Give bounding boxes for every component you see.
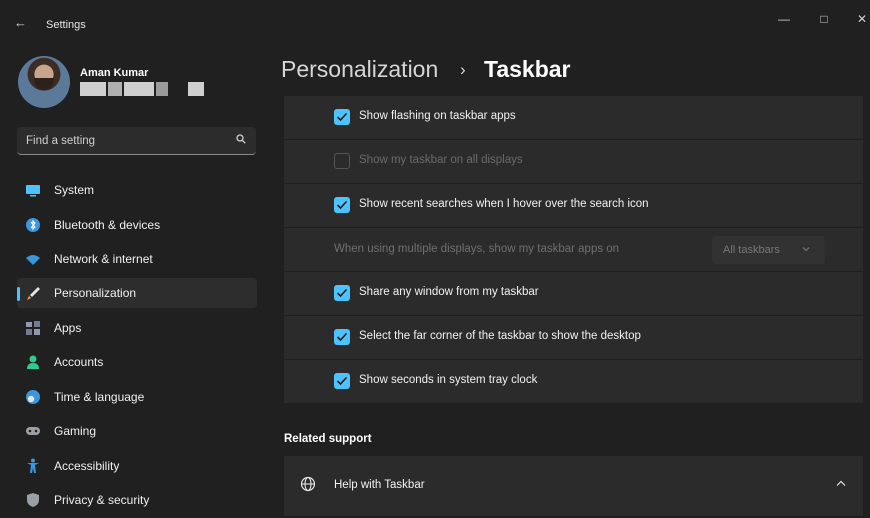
monitor-icon bbox=[26, 185, 40, 197]
breadcrumb-parent[interactable]: Personalization bbox=[281, 56, 438, 83]
setting-row: When using multiple displays, show my ta… bbox=[284, 228, 863, 272]
active-indicator bbox=[17, 287, 20, 301]
bluetooth-icon bbox=[26, 218, 40, 232]
chevron-down-icon bbox=[802, 247, 810, 252]
globe-clock-icon bbox=[26, 390, 40, 404]
sidebar-item-apps[interactable]: Apps bbox=[17, 313, 257, 343]
accessibility-icon bbox=[27, 458, 39, 473]
sidebar-item-label: Network & internet bbox=[54, 252, 153, 266]
checkbox-checked[interactable] bbox=[334, 109, 350, 125]
related-support-heading: Related support bbox=[284, 433, 372, 445]
wifi-icon bbox=[26, 255, 40, 265]
avatar[interactable] bbox=[18, 56, 70, 108]
sidebar-item-label: Privacy & security bbox=[54, 493, 150, 507]
redacted-email-part bbox=[124, 82, 154, 96]
redacted-email bbox=[80, 82, 106, 96]
checkmark-icon bbox=[336, 112, 348, 122]
title-bar: ← Settings — □ ✕ bbox=[0, 0, 870, 44]
checkbox-checked[interactable] bbox=[334, 285, 350, 301]
sidebar-item-label: Apps bbox=[54, 321, 82, 335]
sidebar-item-accounts[interactable]: Accounts bbox=[17, 347, 257, 377]
sidebar-item-privacy-security[interactable]: Privacy & security bbox=[17, 485, 257, 515]
user-name: Aman Kumar bbox=[80, 67, 149, 79]
sidebar-item-label: Personalization bbox=[54, 286, 137, 300]
setting-label: Show recent searches when I hover over t… bbox=[359, 198, 649, 210]
sidebar-item-bluetooth[interactable]: Bluetooth & devices bbox=[17, 210, 257, 240]
checkbox-disabled bbox=[334, 153, 350, 169]
breadcrumb-separator: › bbox=[460, 60, 466, 79]
sidebar-item-time-language[interactable]: Time & language bbox=[17, 382, 257, 412]
setting-row[interactable]: Show recent searches when I hover over t… bbox=[284, 184, 863, 228]
help-with-taskbar-expander[interactable]: Help with Taskbar bbox=[284, 456, 863, 516]
setting-row[interactable]: Show flashing on taskbar apps bbox=[284, 96, 863, 140]
sidebar-item-label: System bbox=[54, 183, 95, 197]
setting-row[interactable]: Select the far corner of the taskbar to … bbox=[284, 316, 863, 360]
setting-label: Show flashing on taskbar apps bbox=[359, 110, 516, 122]
sidebar-item-label: Accounts bbox=[54, 355, 104, 369]
redacted-email-part bbox=[188, 82, 204, 96]
sidebar-item-network[interactable]: Network & internet bbox=[17, 244, 257, 274]
checkmark-icon bbox=[336, 376, 348, 386]
shield-icon bbox=[27, 493, 39, 507]
checkbox-checked[interactable] bbox=[334, 197, 350, 213]
setting-label: Show seconds in system tray clock bbox=[359, 374, 538, 386]
sidebar-item-label: Bluetooth & devices bbox=[54, 218, 161, 232]
person-icon bbox=[27, 355, 39, 369]
setting-label: Select the far corner of the taskbar to … bbox=[359, 330, 641, 342]
setting-label: When using multiple displays, show my ta… bbox=[334, 243, 620, 255]
search-box[interactable] bbox=[17, 127, 256, 155]
close-button[interactable]: ✕ bbox=[850, 11, 870, 27]
chevron-up-icon[interactable] bbox=[836, 480, 846, 487]
search-input[interactable] bbox=[17, 127, 228, 155]
sidebar-item-system[interactable]: System bbox=[17, 175, 257, 205]
checkmark-icon bbox=[336, 288, 348, 298]
checkmark-icon bbox=[336, 200, 348, 210]
globe-icon bbox=[300, 476, 316, 492]
sidebar-item-label: Accessibility bbox=[54, 459, 120, 473]
checkbox-checked[interactable] bbox=[334, 373, 350, 389]
setting-row: Show my taskbar on all displays bbox=[284, 140, 863, 184]
setting-label: Share any window from my taskbar bbox=[359, 286, 539, 298]
taskbar-behaviors-panel: Show flashing on taskbar apps Show my ta… bbox=[284, 96, 863, 403]
brush-icon bbox=[27, 287, 40, 300]
search-icon bbox=[236, 134, 246, 144]
minimize-button[interactable]: — bbox=[772, 11, 796, 27]
apps-icon bbox=[26, 321, 40, 335]
redacted-email-part bbox=[108, 82, 122, 96]
maximize-button[interactable]: □ bbox=[812, 11, 836, 27]
back-button[interactable]: ← bbox=[14, 16, 28, 29]
checkbox-checked[interactable] bbox=[334, 329, 350, 345]
app-title: Settings bbox=[46, 19, 86, 31]
taskbar-apps-dropdown: All taskbars bbox=[712, 236, 825, 264]
dropdown-value: All taskbars bbox=[723, 244, 780, 256]
setting-row[interactable]: Share any window from my taskbar bbox=[284, 272, 863, 316]
checkmark-icon bbox=[336, 332, 348, 342]
setting-label: Show my taskbar on all displays bbox=[359, 154, 523, 166]
help-label: Help with Taskbar bbox=[334, 479, 425, 491]
setting-row[interactable]: Show seconds in system tray clock bbox=[284, 360, 863, 404]
sidebar-item-gaming[interactable]: Gaming bbox=[17, 416, 257, 446]
sidebar-item-personalization[interactable]: Personalization bbox=[17, 278, 257, 308]
sidebar-item-accessibility[interactable]: Accessibility bbox=[17, 451, 257, 481]
gamepad-icon bbox=[26, 427, 40, 435]
sidebar-item-label: Time & language bbox=[54, 390, 145, 404]
sidebar-item-label: Gaming bbox=[54, 424, 97, 438]
redacted-email-part bbox=[156, 82, 168, 96]
page-title: Taskbar bbox=[484, 56, 571, 82]
